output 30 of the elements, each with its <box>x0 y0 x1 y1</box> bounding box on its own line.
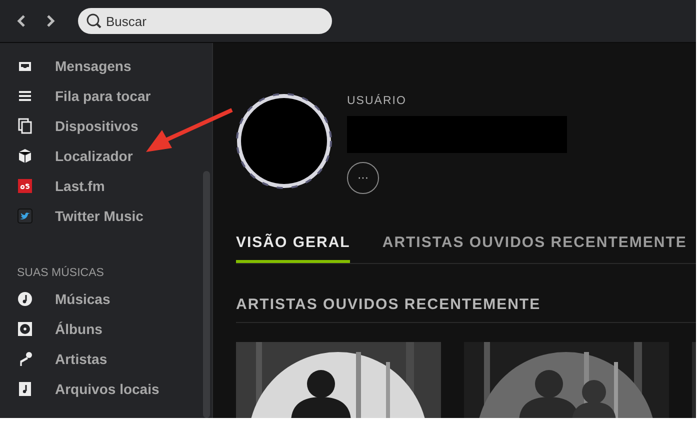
search-field[interactable]: Buscar <box>78 8 332 34</box>
more-button[interactable]: ··· <box>347 162 379 194</box>
sidebar-item[interactable]: Dispositivos <box>0 111 200 141</box>
sidebar-item[interactable]: Last.fm <box>0 171 200 201</box>
disc-icon <box>17 321 33 337</box>
sidebar-item[interactable]: Mensagens <box>0 51 200 81</box>
search-icon <box>86 13 102 29</box>
sidebar-item[interactable]: Artistas <box>0 344 200 374</box>
sidebar-item[interactable]: Músicas <box>0 284 200 314</box>
music-note-icon <box>17 291 33 307</box>
sidebar-item[interactable]: Localizador <box>0 141 200 171</box>
cube-icon <box>17 148 33 164</box>
list-icon <box>17 88 33 104</box>
microphone-icon <box>17 351 33 367</box>
music-file-icon <box>17 381 33 397</box>
tab[interactable]: VISÃO GERAL <box>236 222 350 263</box>
scrollbar-thumb[interactable] <box>202 171 210 418</box>
bird-icon <box>17 208 33 224</box>
sidebar-item[interactable]: Fila para tocar <box>0 81 200 111</box>
sidebar-item[interactable]: Álbuns <box>0 314 200 344</box>
chevron-right-icon <box>46 14 56 28</box>
sidebar-item[interactable]: Arquivos locais <box>0 374 200 404</box>
tab[interactable]: ARTISTAS OUVIDOS RECENTEMENTE <box>382 222 687 263</box>
section-heading: SUAS MÚSICAS <box>17 267 105 279</box>
profile-type-label: USUÁRIO <box>347 95 408 109</box>
logo-square-icon <box>17 178 33 194</box>
sidebar-item[interactable]: Twitter Music <box>0 201 200 231</box>
section-title: ARTISTAS OUVIDOS RECENTEMENTE <box>236 264 696 323</box>
devices-icon <box>17 118 33 134</box>
chevron-left-icon <box>16 14 26 28</box>
